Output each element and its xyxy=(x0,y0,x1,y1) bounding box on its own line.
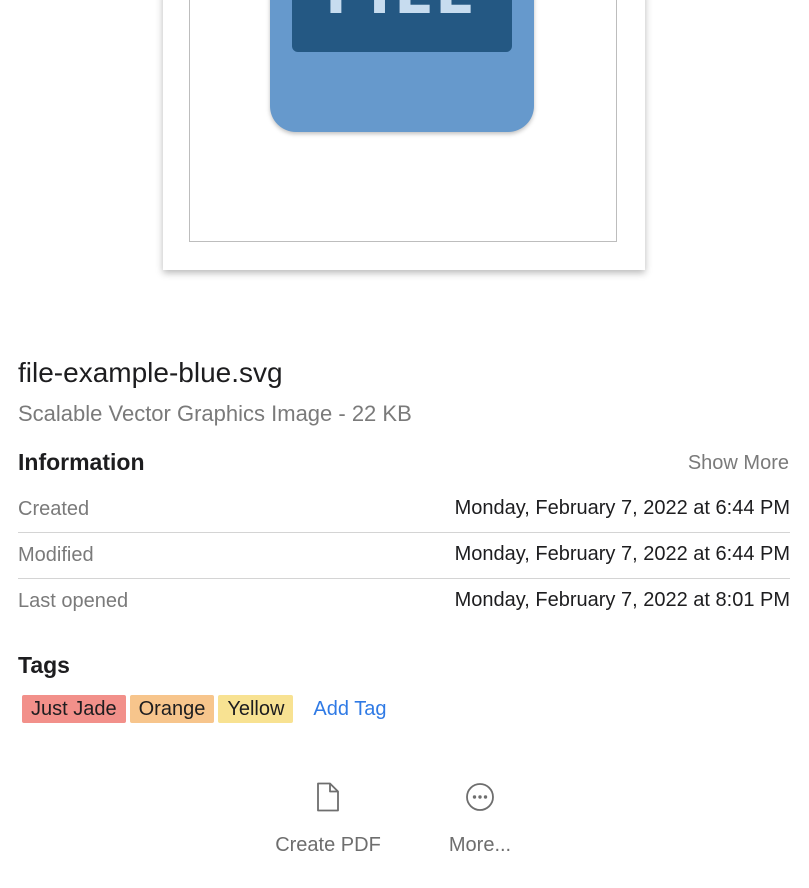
create-pdf-button[interactable]: Create PDF xyxy=(258,780,398,857)
file-graphic-band: FILE xyxy=(292,0,512,52)
more-button[interactable]: More... xyxy=(410,780,550,857)
info-value: Monday, February 7, 2022 at 8:01 PM xyxy=(454,589,790,611)
add-tag-button[interactable]: Add Tag xyxy=(313,698,386,721)
file-kind-size: Scalable Vector Graphics Image - 22 KB xyxy=(18,401,412,426)
info-row-created: Created Monday, February 7, 2022 at 6:44… xyxy=(18,487,790,533)
create-pdf-label: Create PDF xyxy=(275,834,381,856)
document-icon xyxy=(258,780,398,814)
info-value: Monday, February 7, 2022 at 6:44 PM xyxy=(454,543,790,565)
file-preview: FILE xyxy=(163,0,645,270)
show-more-button[interactable]: Show More xyxy=(688,452,789,475)
info-value: Monday, February 7, 2022 at 6:44 PM xyxy=(454,497,790,519)
ellipsis-circle-icon xyxy=(410,780,550,814)
info-row-modified: Modified Monday, February 7, 2022 at 6:4… xyxy=(18,533,790,579)
file-name: file-example-blue.svg xyxy=(18,357,283,388)
more-label: More... xyxy=(448,834,512,856)
file-graphic-text: FILE xyxy=(292,0,512,22)
info-label: Last opened xyxy=(18,590,129,612)
tag-just-jade[interactable]: Just Jade xyxy=(22,695,126,723)
tags-heading: Tags xyxy=(18,652,70,678)
file-graphic: FILE xyxy=(270,0,534,132)
file-info-panel: FILE file-example-blue.svg Scalable Vect… xyxy=(0,0,809,888)
tag-orange[interactable]: Orange xyxy=(129,695,215,723)
info-label: Created xyxy=(18,498,90,520)
info-label: Modified xyxy=(18,544,94,566)
information-heading: Information xyxy=(18,449,145,475)
info-row-last-opened: Last opened Monday, February 7, 2022 at … xyxy=(18,579,790,625)
tag-yellow[interactable]: Yellow xyxy=(218,695,294,723)
tag-list: Just Jade Orange Yellow Add Tag xyxy=(22,695,386,723)
